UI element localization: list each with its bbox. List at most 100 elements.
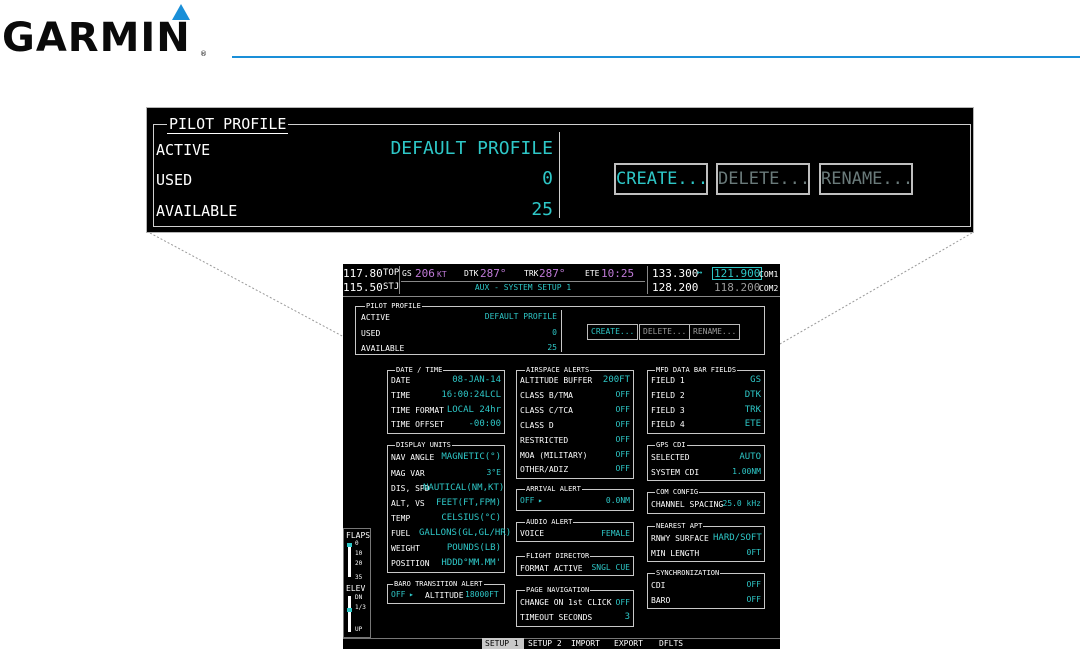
baro-transition-toggle[interactable]: OFF [391, 591, 405, 599]
cdi-selected-value[interactable]: AUTO [713, 453, 761, 462]
nav1-freq[interactable]: 117.80 [343, 268, 383, 279]
small-delete-button[interactable]: DELETE... [639, 324, 691, 340]
time-offset-value[interactable]: -00:00 [443, 420, 501, 429]
channel-spacing-value[interactable]: 25.0 kHz [718, 500, 761, 508]
date-label: DATE [391, 376, 411, 385]
small-pilot-profile-title: PILOT PROFILE [365, 302, 422, 310]
pilot-profile-title: PILOT PROFILE [167, 115, 289, 134]
nav-angle-label: NAV ANGLE [391, 453, 435, 462]
temp-value[interactable]: CELSIUS(°C) [423, 514, 501, 523]
flaps-tick-20: 20 [355, 560, 363, 567]
rnwy-surface-value[interactable]: HARD/SOFT [713, 534, 762, 543]
timeout-seconds-value[interactable]: 3 [598, 613, 630, 622]
rename-button[interactable]: RENAME... [819, 163, 913, 195]
weight-value[interactable]: POUNDS(LB) [423, 544, 501, 553]
voice-label: VOICE [520, 529, 545, 538]
com2-label: COM2 [759, 284, 779, 293]
voice-value[interactable]: FEMALE [573, 530, 630, 538]
baro-altitude-value[interactable]: 18000FT [465, 591, 499, 599]
softkey-import[interactable]: IMPORT [571, 640, 600, 648]
airspace-alerts-title: AIRSPACE ALERTS [525, 366, 591, 374]
other-adiz-value[interactable]: OFF [593, 465, 630, 473]
class-d-value[interactable]: OFF [593, 421, 630, 429]
field2-value[interactable]: DTK [713, 391, 761, 400]
mag-var-label: MAG VAR [391, 469, 425, 478]
small-active-value[interactable]: DEFAULT PROFILE [453, 313, 557, 321]
mfd-screen: 117.80 TOP 115.50 STJ GS 206 KT DTK 287°… [343, 264, 780, 649]
ete-label: ETE [585, 269, 600, 278]
baro-transition-title: BARO TRANSITION ALERT [393, 580, 484, 588]
trk-value: 287° [539, 267, 566, 280]
page-navigation-title: PAGE NAVIGATION [525, 586, 591, 594]
small-rename-button[interactable]: RENAME... [689, 324, 741, 340]
com1-active[interactable]: 133.300 [652, 268, 698, 279]
class-c-label: CLASS C/TCA [520, 406, 573, 415]
time-label: TIME [391, 391, 411, 400]
other-adiz-label: OTHER/ADIZ [520, 465, 569, 474]
sync-baro-value[interactable]: OFF [723, 596, 761, 604]
restricted-label: RESTRICTED [520, 436, 569, 445]
small-create-button[interactable]: CREATE... [587, 324, 639, 340]
fuel-value[interactable]: GALLONS(GL,GL/HR) [419, 529, 511, 538]
time-format-value[interactable]: LOCAL 24hr [443, 406, 501, 415]
zoom-divider [559, 132, 560, 218]
nav-angle-value[interactable]: MAGNETIC(°) [433, 453, 501, 462]
com1-standby[interactable]: 121.900 [712, 267, 763, 280]
format-active-value[interactable]: SNGL CUE [583, 564, 630, 572]
field1-value[interactable]: GS [713, 376, 761, 385]
sync-baro-label: BARO [651, 596, 671, 605]
change-on-click-value[interactable]: OFF [598, 599, 630, 607]
elev-tick-third: 1/3 [355, 604, 366, 611]
arrival-alert-toggle[interactable]: OFF [520, 497, 534, 505]
com2-standby[interactable]: 118.200 [714, 282, 760, 293]
dis-spd-value[interactable]: NAUTICAL(NM,KT) [423, 484, 504, 493]
restricted-value[interactable]: OFF [593, 436, 630, 444]
dtk-label: DTK [464, 269, 479, 278]
softkey-setup2[interactable]: SETUP 2 [528, 640, 562, 648]
softkey-setup1[interactable]: SETUP 1 [485, 640, 519, 648]
field3-value[interactable]: TRK [713, 406, 761, 415]
create-button[interactable]: CREATE... [614, 163, 708, 195]
com1-label: COM1 [759, 270, 779, 279]
field3-label: FIELD 3 [651, 406, 685, 415]
com-config-title: COM CONFIG [655, 488, 700, 496]
elev-scale [348, 596, 351, 632]
fuel-label: FUEL [391, 529, 411, 538]
active-value[interactable]: DEFAULT PROFILE [347, 138, 553, 159]
alt-vs-value[interactable]: FEET(FT,FPM) [423, 499, 501, 508]
altitude-buffer-label: ALTITUDE BUFFER [520, 376, 593, 385]
nav2-freq[interactable]: 115.50 [343, 282, 383, 293]
delete-button[interactable]: DELETE... [716, 163, 810, 195]
class-d-label: CLASS D [520, 421, 554, 430]
gs-value: 206 [415, 267, 435, 280]
timeout-seconds-label: TIMEOUT SECONDS [520, 613, 593, 622]
flaps-pointer [347, 543, 352, 547]
small-used-value: 0 [552, 328, 557, 337]
system-cdi-label: SYSTEM CDI [651, 468, 700, 477]
class-b-value[interactable]: OFF [593, 391, 630, 399]
com2-active[interactable]: 128.200 [652, 282, 698, 293]
nearest-apt-title: NEAREST APT [655, 522, 704, 530]
gs-label: GS [402, 269, 412, 278]
flaps-tick-0: 0 [355, 540, 359, 547]
altitude-buffer-value[interactable]: 200FT [583, 376, 630, 385]
swap-arrow-icon[interactable]: ↔ [697, 269, 702, 278]
sync-cdi-value[interactable]: OFF [723, 581, 761, 589]
trk-label: TRK [524, 269, 539, 278]
class-c-value[interactable]: OFF [593, 406, 630, 414]
field4-value[interactable]: ETE [713, 420, 761, 429]
moa-value[interactable]: OFF [593, 451, 630, 459]
date-value[interactable]: 08-JAN-14 [423, 376, 501, 385]
arrival-alert-value[interactable]: 0.0NM [583, 497, 630, 505]
min-length-value[interactable]: 0FT [713, 549, 761, 557]
field4-label: FIELD 4 [651, 420, 685, 429]
mfd-fields-title: MFD DATA BAR FIELDS [655, 366, 738, 374]
audio-alert-title: AUDIO ALERT [525, 518, 574, 526]
class-b-label: CLASS B/TMA [520, 391, 573, 400]
weight-label: WEIGHT [391, 544, 420, 553]
softkey-dflts[interactable]: DFLTS [659, 640, 683, 648]
position-value[interactable]: HDDD°MM.MM' [423, 559, 501, 568]
flaps-label: FLAPS [346, 531, 371, 540]
display-units-title: DISPLAY UNITS [395, 441, 452, 449]
softkey-export[interactable]: EXPORT [614, 640, 643, 648]
